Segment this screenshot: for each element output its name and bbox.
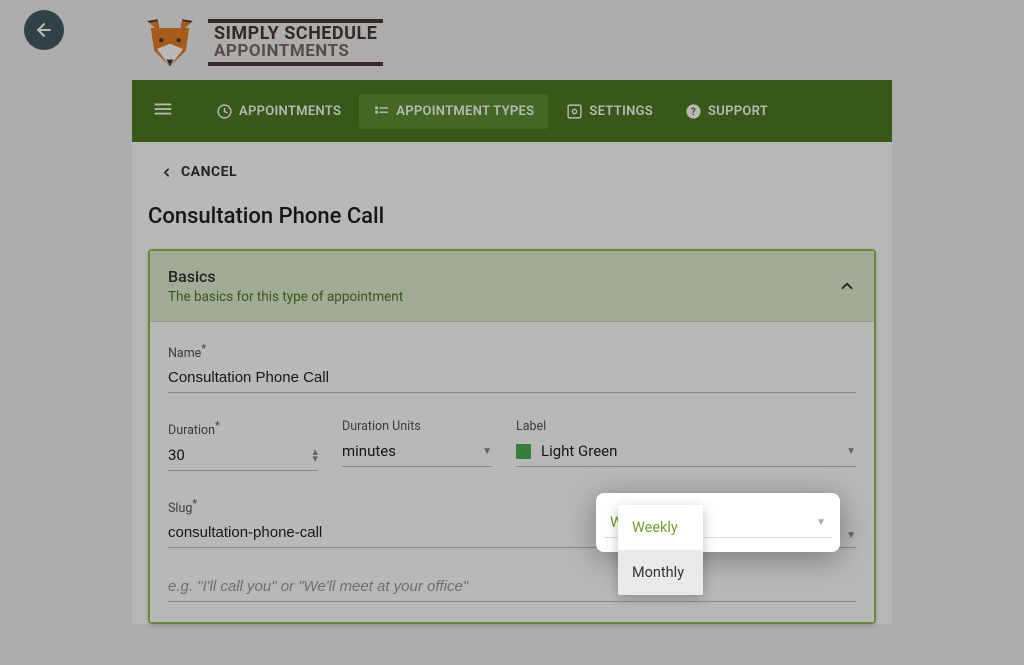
label-label: Label xyxy=(516,419,856,434)
arrow-left-icon xyxy=(34,20,54,40)
chevron-down-icon: ▼ xyxy=(816,517,826,528)
color-swatch xyxy=(516,444,531,459)
nav-support-label: SUPPORT xyxy=(708,104,768,119)
duration-value: 30 xyxy=(168,446,185,464)
nav-appointment-types-label: APPOINTMENT TYPES xyxy=(396,104,534,119)
logo-line2: APPOINTMENTS xyxy=(214,43,377,60)
label-field: Label Light Green ▼ xyxy=(516,419,856,471)
fox-icon xyxy=(142,14,198,70)
navbar: APPOINTMENTS APPOINTMENT TYPES SETTINGS … xyxy=(132,80,892,142)
availability-menu: Weekly Monthly xyxy=(618,505,703,595)
name-label: Name* xyxy=(168,342,856,361)
nav-settings[interactable]: SETTINGS xyxy=(552,94,667,129)
availability-option-weekly[interactable]: Weekly xyxy=(618,505,703,550)
menu-icon xyxy=(152,98,174,120)
nav-appointments[interactable]: APPOINTMENTS xyxy=(202,94,355,129)
duration-field: Duration* 30 ▴▾ xyxy=(168,419,318,471)
basics-panel-header[interactable]: Basics The basics for this type of appoi… xyxy=(150,251,874,322)
help-icon: ? xyxy=(685,103,702,120)
chevron-up-icon xyxy=(838,277,856,295)
page-title: Consultation Phone Call xyxy=(132,194,892,249)
logo: SIMPLY SCHEDULE APPOINTMENTS xyxy=(132,0,892,80)
cancel-label: CANCEL xyxy=(181,164,237,180)
logo-line1: SIMPLY SCHEDULE xyxy=(214,25,377,43)
gear-box-icon xyxy=(566,103,583,120)
svg-text:?: ? xyxy=(691,107,696,118)
list-icon xyxy=(373,103,390,120)
slug-field: Slug* xyxy=(168,497,632,548)
location-field xyxy=(168,574,856,602)
duration-units-field: Duration Units minutes ▼ xyxy=(342,419,492,471)
clock-icon xyxy=(216,103,233,120)
name-field: Name* xyxy=(168,342,856,393)
label-select[interactable]: Light Green ▼ xyxy=(516,438,856,467)
cancel-button[interactable]: CANCEL xyxy=(132,142,892,194)
availability-dropdown-popover: Weekly ▼ Weekly Monthly xyxy=(596,493,840,552)
nav-support[interactable]: ? SUPPORT xyxy=(671,94,782,129)
basics-title: Basics xyxy=(168,267,403,286)
duration-stepper[interactable]: 30 ▴▾ xyxy=(168,442,318,471)
basics-body: Name* Duration* 30 ▴▾ Duration Units xyxy=(150,322,874,622)
duration-units-select[interactable]: minutes ▼ xyxy=(342,438,492,467)
availability-option-monthly[interactable]: Monthly xyxy=(618,550,703,595)
stepper-arrows-icon: ▴▾ xyxy=(312,448,318,462)
location-input[interactable] xyxy=(168,574,856,602)
duration-label: Duration* xyxy=(168,419,318,438)
slug-label: Slug* xyxy=(168,497,632,516)
slug-input[interactable] xyxy=(168,520,632,548)
logo-text: SIMPLY SCHEDULE APPOINTMENTS xyxy=(208,19,383,66)
hamburger-menu[interactable] xyxy=(144,90,182,132)
chevron-down-icon: ▼ xyxy=(846,530,856,541)
back-button[interactable] xyxy=(24,10,64,50)
basics-subtitle: The basics for this type of appointment xyxy=(168,289,403,305)
content-card: CANCEL Consultation Phone Call Basics Th… xyxy=(132,142,892,624)
nav-settings-label: SETTINGS xyxy=(589,104,653,119)
name-input[interactable] xyxy=(168,365,856,393)
basics-panel: Basics The basics for this type of appoi… xyxy=(148,249,876,624)
nav-appointments-label: APPOINTMENTS xyxy=(239,104,341,119)
chevron-down-icon: ▼ xyxy=(482,446,492,457)
chevron-down-icon: ▼ xyxy=(846,446,856,457)
nav-appointment-types[interactable]: APPOINTMENT TYPES xyxy=(359,94,548,129)
chevron-left-icon xyxy=(160,166,173,179)
duration-units-value: minutes xyxy=(342,442,396,460)
duration-units-label: Duration Units xyxy=(342,419,492,434)
label-value: Light Green xyxy=(541,442,617,460)
